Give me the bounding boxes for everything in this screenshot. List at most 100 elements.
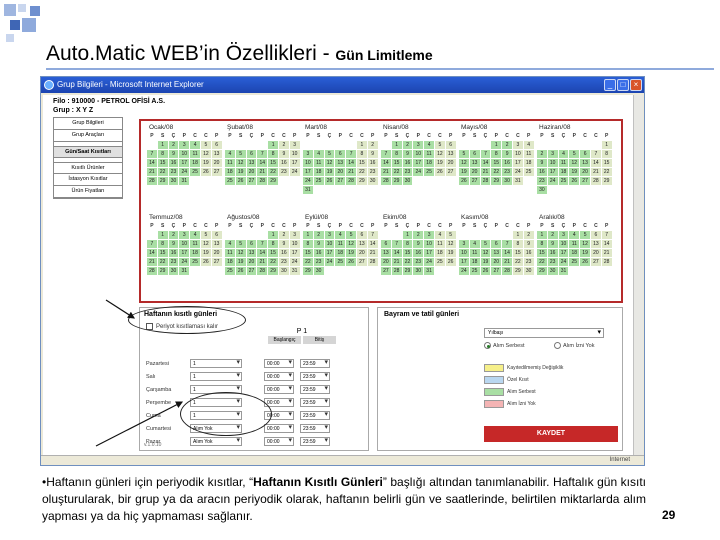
calendar-day[interactable]: 9 xyxy=(547,240,559,249)
calendar-day[interactable]: 22 xyxy=(537,258,548,267)
calendar-day[interactable]: 11 xyxy=(190,150,201,159)
calendar-day[interactable]: 18 xyxy=(225,168,236,177)
calendar-day[interactable]: 30 xyxy=(402,177,414,186)
calendar-day[interactable]: 19 xyxy=(235,258,247,267)
calendar-day[interactable]: 24 xyxy=(547,177,559,186)
calendar-day[interactable]: 21 xyxy=(147,168,158,177)
calendar-day[interactable]: 18 xyxy=(434,249,446,258)
calendar-day[interactable]: 2 xyxy=(402,141,414,150)
calendar-day[interactable]: 30 xyxy=(537,186,548,195)
calendar-day[interactable]: 26 xyxy=(459,177,470,186)
calendar-day[interactable]: 27 xyxy=(469,177,481,186)
calendar-day[interactable]: 19 xyxy=(434,159,446,168)
calendar-day[interactable]: 23 xyxy=(367,168,379,177)
calendar-day[interactable]: 11 xyxy=(469,249,481,258)
calendar-day[interactable]: 29 xyxy=(402,267,414,276)
calendar-day[interactable]: 10 xyxy=(303,159,314,168)
calendar-day[interactable]: 11 xyxy=(558,159,570,168)
calendar-day[interactable]: 30 xyxy=(523,267,535,276)
calendar-day[interactable]: 7 xyxy=(391,240,403,249)
calendar-day[interactable]: 11 xyxy=(523,150,535,159)
calendar-day[interactable]: 3 xyxy=(558,231,570,240)
calendar-day[interactable]: 5 xyxy=(580,231,591,240)
weekday-limit-select[interactable]: Alım Yok xyxy=(190,437,242,446)
calendar-day[interactable]: 21 xyxy=(367,249,379,258)
calendar-day[interactable]: 4 xyxy=(225,150,236,159)
calendar-day[interactable]: 12 xyxy=(235,249,247,258)
calendar-day[interactable]: 15 xyxy=(356,159,368,168)
calendar-day[interactable]: 31 xyxy=(512,177,524,186)
calendar-day[interactable]: 30 xyxy=(367,177,379,186)
calendar-day[interactable]: 28 xyxy=(257,177,269,186)
calendar-day[interactable]: 31 xyxy=(179,177,191,186)
calendar-day[interactable]: 14 xyxy=(346,159,357,168)
calendar-day[interactable]: 29 xyxy=(303,267,314,276)
calendar-day[interactable]: 7 xyxy=(257,240,269,249)
calendar-day[interactable]: 29 xyxy=(601,177,613,186)
calendar-day[interactable]: 21 xyxy=(257,168,269,177)
calendar-day[interactable]: 8 xyxy=(268,240,279,249)
calendar-day[interactable]: 19 xyxy=(324,168,336,177)
calendar-day[interactable]: 3 xyxy=(289,231,301,240)
calendar-day[interactable]: 3 xyxy=(512,141,524,150)
calendar-day[interactable]: 26 xyxy=(480,267,492,276)
calendar-day[interactable]: 27 xyxy=(211,168,223,177)
maximize-button[interactable]: □ xyxy=(617,79,629,91)
calendar-day[interactable]: 14 xyxy=(381,159,392,168)
calendar-day[interactable]: 1 xyxy=(402,231,414,240)
calendar-day[interactable]: 10 xyxy=(289,150,301,159)
calendar-day[interactable]: 29 xyxy=(512,267,524,276)
calendar-day[interactable]: 2 xyxy=(523,231,535,240)
calendar-day[interactable]: 27 xyxy=(211,258,223,267)
calendar-day[interactable]: 9 xyxy=(502,150,513,159)
radio-dot[interactable] xyxy=(484,342,491,349)
calendar-day[interactable]: 1 xyxy=(157,231,169,240)
calendar-day[interactable]: 28 xyxy=(147,177,158,186)
calendar-day[interactable]: 22 xyxy=(402,258,414,267)
calendar-day[interactable]: 20 xyxy=(580,168,591,177)
calendar-day[interactable]: 12 xyxy=(235,159,247,168)
minimize-button[interactable]: _ xyxy=(604,79,616,91)
calendar-day[interactable]: 26 xyxy=(235,177,247,186)
calendar-day[interactable]: 14 xyxy=(391,249,403,258)
calendar-day[interactable]: 16 xyxy=(547,249,559,258)
calendar-day[interactable]: 8 xyxy=(157,240,169,249)
calendar-day[interactable]: 11 xyxy=(335,240,347,249)
calendar-day[interactable]: 17 xyxy=(289,159,301,168)
calendar-day[interactable]: 29 xyxy=(537,267,548,276)
calendar-day[interactable]: 27 xyxy=(590,258,602,267)
calendar-day[interactable]: 1 xyxy=(268,141,279,150)
calendar-day[interactable]: 6 xyxy=(445,141,457,150)
calendar-day[interactable]: 25 xyxy=(424,168,435,177)
end-time-select[interactable]: 23:59 xyxy=(300,411,330,420)
calendar-day[interactable]: 18 xyxy=(225,258,236,267)
calendar-day[interactable]: 6 xyxy=(211,231,223,240)
calendar-day[interactable]: 28 xyxy=(257,267,269,276)
calendar-day[interactable]: 4 xyxy=(190,231,201,240)
calendar-day[interactable]: 10 xyxy=(512,150,524,159)
calendar-day[interactable]: 18 xyxy=(190,249,201,258)
calendar-day[interactable]: 8 xyxy=(391,150,403,159)
calendar-day[interactable]: 12 xyxy=(324,159,336,168)
calendar-day[interactable]: 19 xyxy=(235,168,247,177)
calendar-day[interactable]: 16 xyxy=(278,249,290,258)
calendar-day[interactable]: 29 xyxy=(491,177,503,186)
calendar-day[interactable]: 22 xyxy=(491,168,503,177)
calendar-day[interactable]: 11 xyxy=(190,240,201,249)
calendar-day[interactable]: 19 xyxy=(480,258,492,267)
calendar-day[interactable]: 2 xyxy=(168,141,180,150)
calendar-day[interactable]: 30 xyxy=(547,267,559,276)
start-time-select[interactable]: 00:00 xyxy=(264,385,294,394)
calendar-day[interactable]: 29 xyxy=(356,177,368,186)
calendar-day[interactable]: 21 xyxy=(346,168,357,177)
calendar-day[interactable]: 24 xyxy=(413,168,425,177)
calendar-day[interactable]: 4 xyxy=(335,231,347,240)
save-button[interactable]: KAYDET xyxy=(484,426,618,442)
calendar-day[interactable]: 28 xyxy=(502,267,513,276)
calendar-day[interactable]: 3 xyxy=(179,231,191,240)
calendar-day[interactable]: 17 xyxy=(459,258,470,267)
calendar-day[interactable]: 25 xyxy=(434,258,446,267)
calendar-day[interactable]: 19 xyxy=(200,159,212,168)
calendar-day[interactable]: 23 xyxy=(168,168,180,177)
calendar-day[interactable]: 12 xyxy=(200,240,212,249)
